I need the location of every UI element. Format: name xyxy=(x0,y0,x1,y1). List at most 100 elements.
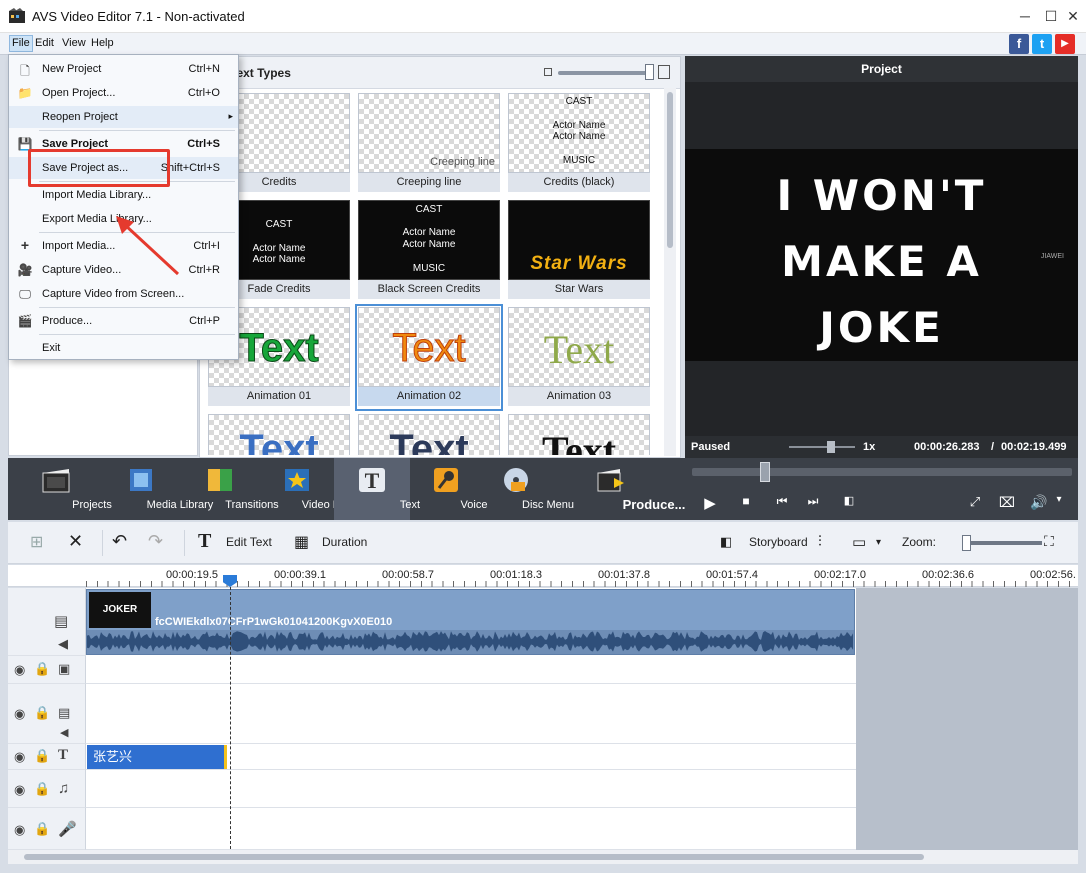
visibility-eye-icon[interactable]: ◉ xyxy=(14,662,25,678)
music-track-lane[interactable] xyxy=(86,770,856,808)
overlay-track-icon: ▤ xyxy=(58,705,71,720)
tile-animation-03[interactable]: Text Animation 03 xyxy=(508,307,650,408)
facebook-icon[interactable]: f xyxy=(1009,34,1029,54)
timeline-toolbar: ⊞ ✕ ↶ ↷ T Edit Text ▦ Duration ◧ Storybo… xyxy=(8,522,1078,564)
menu-new-project[interactable]: 🗋 New Project Ctrl+N xyxy=(9,58,238,80)
crop-icon[interactable]: ⊞ xyxy=(30,532,43,552)
duration-button[interactable]: Duration xyxy=(322,535,367,549)
visibility-eye-icon[interactable]: ◉ xyxy=(14,749,25,765)
timeline-hscrollbar[interactable] xyxy=(8,850,1078,864)
folder-icon: 📁 xyxy=(17,86,33,100)
menu-exit[interactable]: Exit xyxy=(9,337,238,359)
lock-icon[interactable]: 🔒 xyxy=(34,705,50,721)
speed-slider[interactable] xyxy=(789,441,855,453)
fit-to-window-icon[interactable]: ⛶ xyxy=(1044,533,1054,550)
thumbnail-size-slider[interactable] xyxy=(558,71,650,75)
display-dropdown-icon[interactable]: ▾ xyxy=(876,537,881,548)
menu-edit[interactable]: Edit xyxy=(35,37,54,49)
previous-frame-icon[interactable]: ⏮ xyxy=(771,494,793,509)
stop-icon[interactable]: ■ xyxy=(735,494,757,508)
thumbnail-size-thumb[interactable] xyxy=(645,64,654,80)
large-size-icon[interactable] xyxy=(658,65,670,79)
youtube-icon[interactable]: ▶ xyxy=(1055,34,1075,54)
menu-produce[interactable]: 🎬 Produce... Ctrl+P xyxy=(9,310,238,332)
poster-watermark: JIAWEI xyxy=(1040,253,1064,260)
tile-animation-04[interactable]: Text xyxy=(208,414,350,455)
delete-icon[interactable]: ✕ xyxy=(68,531,83,552)
play-icon[interactable]: ▶ xyxy=(699,494,721,512)
tiles-scrollbar[interactable] xyxy=(664,88,676,456)
lock-icon[interactable]: 🔒 xyxy=(34,748,50,764)
lock-icon[interactable]: 🔒 xyxy=(34,821,50,837)
audio-mixer-icon[interactable]: ⫶ xyxy=(818,533,822,550)
projects-icon xyxy=(42,469,70,493)
timeline-ruler[interactable]: 00:00:19.5 00:00:39.1 00:00:58.7 00:01:1… xyxy=(8,565,1078,587)
preview-screen[interactable]: I WON'T MAKE A JOKE JIAWEI xyxy=(685,149,1078,361)
lock-icon[interactable]: 🔒 xyxy=(34,781,50,797)
twitter-icon[interactable]: t xyxy=(1032,34,1052,54)
visibility-eye-icon[interactable]: ◉ xyxy=(14,706,25,722)
volume-icon[interactable]: 🔊 xyxy=(1028,494,1050,511)
tile-black-screen-credits[interactable]: CAST Actor Name Actor Name MUSIC Black S… xyxy=(358,200,500,301)
tile-star-wars[interactable]: Star Wars Star Wars xyxy=(508,200,650,301)
seekbar-thumb[interactable] xyxy=(760,462,770,482)
visibility-eye-icon[interactable]: ◉ xyxy=(14,782,25,798)
edit-text-icon[interactable]: T xyxy=(198,530,211,553)
display-icon[interactable]: ▭ xyxy=(852,533,866,551)
menu-import-media-library[interactable]: Import Media Library... xyxy=(9,184,238,206)
small-size-icon[interactable] xyxy=(544,68,552,76)
ruler-tick: 00:01:18.3 xyxy=(490,569,542,581)
voice-button[interactable]: Voice xyxy=(418,458,487,520)
menu-view[interactable]: View xyxy=(62,37,86,49)
tile-animation-02[interactable]: Text Animation 02 xyxy=(355,304,503,411)
menu-open-project[interactable]: 📁 Open Project... Ctrl+O xyxy=(9,82,238,104)
projects-button[interactable]: Projects xyxy=(20,458,112,520)
produce-button[interactable]: Produce... xyxy=(568,458,685,520)
close-button[interactable]: ✕ xyxy=(1060,4,1086,28)
visibility-eye-icon[interactable]: ◉ xyxy=(14,822,25,838)
text-button[interactable]: T Text xyxy=(334,458,420,520)
tile-creeping-line[interactable]: Creeping line Creeping line xyxy=(358,93,500,194)
minimize-button[interactable]: ─ xyxy=(1012,4,1038,28)
text-track-header: ◉ 🔒 T xyxy=(8,744,86,770)
tile-animation-06[interactable]: Text xyxy=(508,414,650,455)
snapshot-icon[interactable]: ⌧ xyxy=(996,494,1018,511)
playback-seekbar[interactable] xyxy=(692,462,1072,482)
audio-speaker-icon[interactable]: ◀ xyxy=(60,726,68,739)
tile-credits-black[interactable]: CAST Actor Name Actor Name MUSIC Credits… xyxy=(508,93,650,194)
tile-animation-05[interactable]: Text xyxy=(358,414,500,455)
menu-help[interactable]: Help xyxy=(91,37,114,49)
video-clip[interactable]: JOKER fcCWIEkdlx07CFrP1wGk01041200KgvX0E… xyxy=(86,589,855,655)
app-logo-icon xyxy=(9,8,25,23)
duration-icon[interactable]: ▦ xyxy=(294,532,309,552)
menu-capture-video-screen[interactable]: 🖵 Capture Video from Screen... xyxy=(9,283,238,305)
storyboard-button[interactable]: Storyboard xyxy=(749,535,808,549)
media-library-button[interactable]: Media Library xyxy=(102,458,213,520)
audio-speaker-icon[interactable]: ◀ xyxy=(58,636,68,652)
video-effects-button[interactable]: Video Effects xyxy=(260,458,366,520)
tiles-scrollbar-thumb[interactable] xyxy=(667,92,673,248)
redo-icon[interactable]: ↷ xyxy=(148,531,163,552)
overlay-track-lane[interactable] xyxy=(86,684,856,744)
voice-track-lane[interactable] xyxy=(86,808,856,850)
edit-text-button[interactable]: Edit Text xyxy=(226,535,272,549)
speed-slider-thumb[interactable] xyxy=(827,441,835,453)
fullscreen-icon[interactable]: ⤢ xyxy=(964,494,986,510)
undo-icon[interactable]: ↶ xyxy=(112,531,127,552)
volume-dropdown-icon[interactable]: ▾ xyxy=(1048,494,1070,505)
text-clip[interactable]: 张艺兴 xyxy=(87,745,227,769)
split-icon[interactable]: ◧ xyxy=(838,494,860,507)
disc-menu-button[interactable]: Disc Menu xyxy=(484,458,574,520)
lock-icon[interactable]: 🔒 xyxy=(34,661,50,677)
transitions-button[interactable]: Transitions xyxy=(188,458,279,520)
timeline-hscrollbar-thumb[interactable] xyxy=(24,854,924,860)
menu-file[interactable]: File xyxy=(9,35,33,52)
zoom-slider-thumb[interactable] xyxy=(962,535,971,551)
effects-track-lane[interactable] xyxy=(86,656,856,684)
audio-waveform xyxy=(87,630,854,654)
next-frame-icon[interactable]: ⏭ xyxy=(802,494,824,509)
zoom-slider[interactable] xyxy=(962,535,1042,551)
preview-header: Project xyxy=(685,56,1078,82)
menu-reopen-project[interactable]: Reopen Project ▸ xyxy=(9,106,238,128)
storyboard-icon[interactable]: ◧ xyxy=(720,534,732,550)
